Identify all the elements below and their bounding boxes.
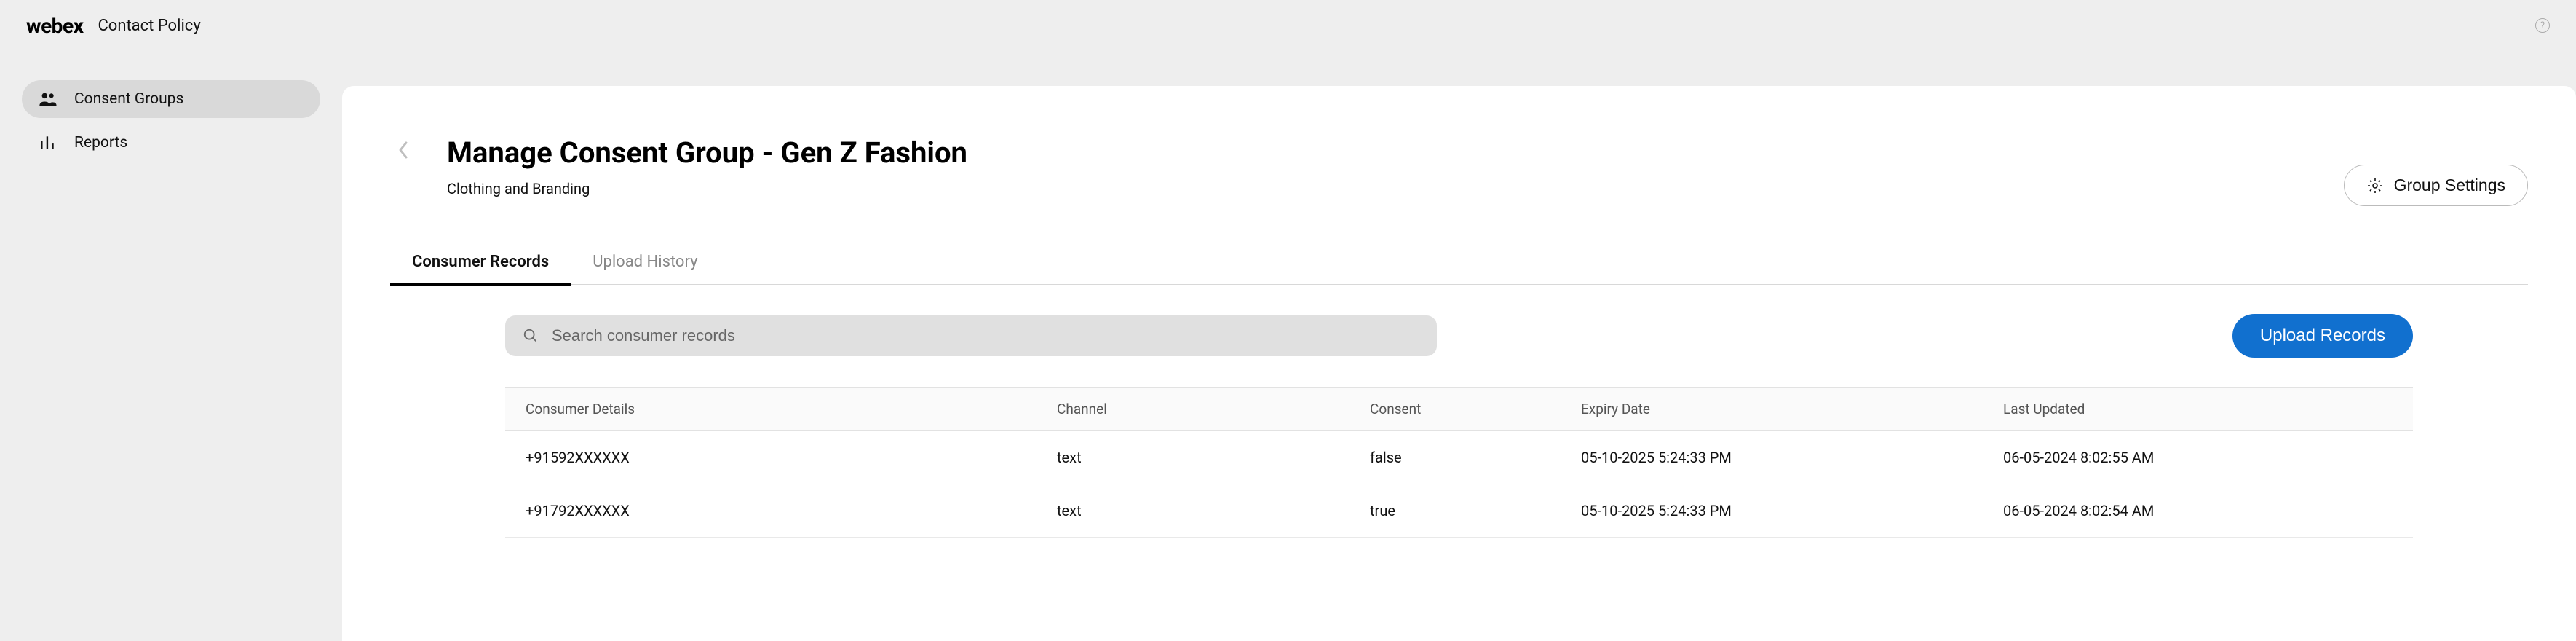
sidebar-item-reports[interactable]: Reports [22,124,320,162]
tab-consumer-records[interactable]: Consumer Records [390,253,571,284]
cell-consent: true [1370,502,1581,519]
col-header-consumer: Consumer Details [526,401,1057,417]
search-input[interactable] [552,326,1419,345]
cell-updated: 06-05-2024 8:02:54 AM [2003,502,2393,519]
col-header-consent: Consent [1370,401,1581,417]
main-area: Consent Groups Reports Manage Consent Gr… [0,51,2576,641]
cell-channel: text [1057,449,1370,466]
gear-icon [2366,177,2384,194]
upload-records-button[interactable]: Upload Records [2232,314,2413,358]
page-header-row: Manage Consent Group - Gen Z Fashion Clo… [390,135,2528,206]
page-title: Manage Consent Group - Gen Z Fashion [447,135,2344,170]
group-settings-label: Group Settings [2394,176,2505,195]
help-icon[interactable]: ? [2535,18,2550,33]
sidebar: Consent Groups Reports [0,51,342,641]
bar-chart-icon [38,134,58,152]
col-header-channel: Channel [1057,401,1370,417]
sidebar-item-consent-groups[interactable]: Consent Groups [22,80,320,118]
tabs: Consumer Records Upload History [390,253,2528,285]
table: Consumer Details Channel Consent Expiry … [390,387,2528,538]
cell-channel: text [1057,502,1370,519]
col-header-updated: Last Updated [2003,401,2393,417]
table-row[interactable]: +91792XXXXXX text true 05-10-2025 5:24:3… [505,484,2413,538]
people-icon [38,90,58,108]
tab-label: Consumer Records [412,253,549,271]
toolbar-row: Upload Records [390,314,2528,358]
webex-logo: webex [26,14,83,38]
logo-suffix: ex [63,14,84,38]
group-settings-button[interactable]: Group Settings [2344,165,2528,206]
table-row[interactable]: +91592XXXXXX text false 05-10-2025 5:24:… [505,431,2413,484]
app-header: webex Contact Policy ? [0,0,2576,51]
back-button[interactable] [390,137,416,163]
logo-prefix: web [26,14,63,38]
table-header: Consumer Details Channel Consent Expiry … [505,387,2413,431]
content-card: Manage Consent Group - Gen Z Fashion Clo… [342,86,2576,641]
app-subtitle: Contact Policy [98,17,200,35]
cell-expiry: 05-10-2025 5:24:33 PM [1581,502,2003,519]
cell-updated: 06-05-2024 8:02:55 AM [2003,449,2393,466]
sidebar-item-label: Reports [74,134,127,152]
page-subtitle: Clothing and Branding [447,180,2344,197]
tab-label: Upload History [593,253,697,271]
search-box[interactable] [505,315,1437,356]
search-icon [523,328,539,344]
chevron-left-icon [397,140,409,160]
cell-consumer: +91592XXXXXX [526,449,1057,466]
cell-consent: false [1370,449,1581,466]
col-header-expiry: Expiry Date [1581,401,2003,417]
cell-consumer: +91792XXXXXX [526,502,1057,519]
tab-upload-history[interactable]: Upload History [571,253,719,284]
page-title-block: Manage Consent Group - Gen Z Fashion Clo… [447,135,2344,197]
cell-expiry: 05-10-2025 5:24:33 PM [1581,449,2003,466]
sidebar-item-label: Consent Groups [74,90,183,108]
